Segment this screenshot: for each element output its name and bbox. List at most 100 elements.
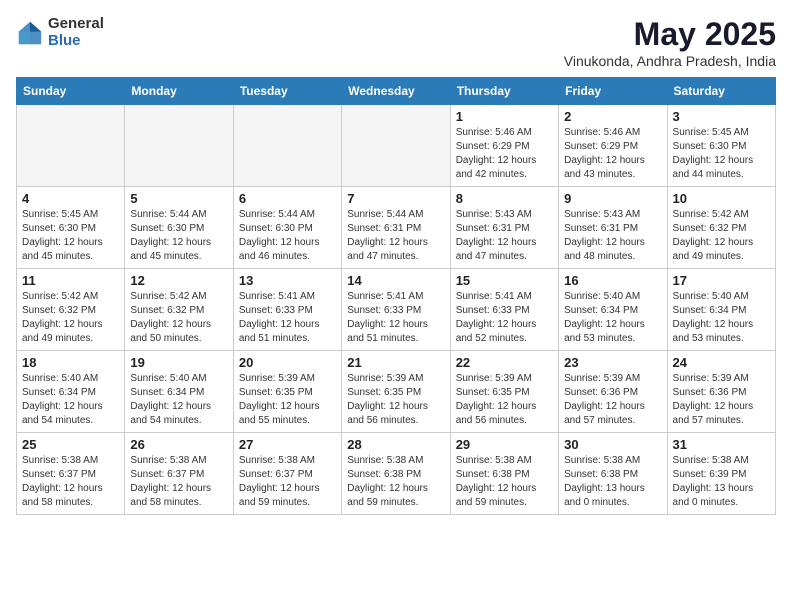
day-number: 8	[456, 191, 553, 206]
page-header: General Blue May 2025 Vinukonda, Andhra …	[16, 16, 776, 69]
day-number: 20	[239, 355, 336, 370]
col-header-monday: Monday	[125, 78, 233, 105]
day-info: Sunrise: 5:38 AM Sunset: 6:37 PM Dayligh…	[239, 454, 336, 510]
calendar-cell	[17, 105, 125, 187]
day-number: 9	[564, 191, 661, 206]
calendar-cell: 16 Sunrise: 5:40 AM Sunset: 6:34 PM Dayli…	[559, 269, 667, 351]
day-number: 12	[130, 273, 227, 288]
calendar-cell	[125, 105, 233, 187]
calendar-cell: 6Sunrise: 5:44 AM Sunset: 6:30 PM Daylig…	[233, 187, 341, 269]
day-info: Sunrise: 5:42 AM Sunset: 6:32 PM Dayligh…	[130, 290, 227, 346]
day-info: Sunrise: 5:38 AM Sunset: 6:38 PM Dayligh…	[456, 454, 553, 510]
calendar-week-row: 25 Sunrise: 5:38 AM Sunset: 6:37 PM Dayli…	[17, 433, 776, 515]
calendar-cell: 13Sunrise: 5:41 AM Sunset: 6:33 PM Dayli…	[233, 269, 341, 351]
day-info: Sunrise: 5:40 AM Sunset: 6:34 PM Dayligh…	[130, 372, 227, 428]
title-block: May 2025 Vinukonda, Andhra Pradesh, Indi…	[564, 16, 776, 69]
day-info: Sunrise: 5:38 AM Sunset: 6:37 PM Dayligh…	[130, 454, 227, 510]
calendar-week-row: 18 Sunrise: 5:40 AM Sunset: 6:34 PM Dayli…	[17, 351, 776, 433]
calendar-cell: 3Sunrise: 5:45 AM Sunset: 6:30 PM Daylig…	[667, 105, 775, 187]
calendar-cell: 17 Sunrise: 5:40 AM Sunset: 6:34 PM Dayli…	[667, 269, 775, 351]
day-info: Sunrise: 5:40 AM Sunset: 6:34 PM Dayligh…	[22, 372, 119, 428]
day-number: 14	[347, 273, 444, 288]
day-number: 17	[673, 273, 770, 288]
calendar-cell: 31Sunrise: 5:38 AM Sunset: 6:39 PM Dayli…	[667, 433, 775, 515]
calendar-cell: 20 Sunrise: 5:39 AM Sunset: 6:35 PM Dayli…	[233, 351, 341, 433]
day-info: Sunrise: 5:40 AM Sunset: 6:34 PM Dayligh…	[673, 290, 770, 346]
day-info: Sunrise: 5:43 AM Sunset: 6:31 PM Dayligh…	[456, 208, 553, 264]
calendar-cell: 26 Sunrise: 5:38 AM Sunset: 6:37 PM Dayli…	[125, 433, 233, 515]
calendar-cell: 1 Sunrise: 5:46 AM Sunset: 6:29 PM Daylig…	[450, 105, 558, 187]
calendar-week-row: 11 Sunrise: 5:42 AM Sunset: 6:32 PM Dayli…	[17, 269, 776, 351]
col-header-sunday: Sunday	[17, 78, 125, 105]
col-header-wednesday: Wednesday	[342, 78, 450, 105]
calendar-cell: 30 Sunrise: 5:38 AM Sunset: 6:38 PM Dayli…	[559, 433, 667, 515]
day-info: Sunrise: 5:41 AM Sunset: 6:33 PM Dayligh…	[456, 290, 553, 346]
calendar-cell: 15 Sunrise: 5:41 AM Sunset: 6:33 PM Dayli…	[450, 269, 558, 351]
calendar-cell: 12 Sunrise: 5:42 AM Sunset: 6:32 PM Dayli…	[125, 269, 233, 351]
day-number: 19	[130, 355, 227, 370]
calendar-cell: 19 Sunrise: 5:40 AM Sunset: 6:34 PM Dayli…	[125, 351, 233, 433]
day-info: Sunrise: 5:39 AM Sunset: 6:36 PM Dayligh…	[564, 372, 661, 428]
day-number: 30	[564, 437, 661, 452]
col-header-tuesday: Tuesday	[233, 78, 341, 105]
day-info: Sunrise: 5:39 AM Sunset: 6:36 PM Dayligh…	[673, 372, 770, 428]
day-info: Sunrise: 5:44 AM Sunset: 6:30 PM Dayligh…	[130, 208, 227, 264]
calendar-cell: 24 Sunrise: 5:39 AM Sunset: 6:36 PM Dayli…	[667, 351, 775, 433]
day-info: Sunrise: 5:42 AM Sunset: 6:32 PM Dayligh…	[22, 290, 119, 346]
day-info: Sunrise: 5:39 AM Sunset: 6:35 PM Dayligh…	[239, 372, 336, 428]
day-number: 23	[564, 355, 661, 370]
calendar-cell: 4Sunrise: 5:45 AM Sunset: 6:30 PM Daylig…	[17, 187, 125, 269]
calendar-cell: 14Sunrise: 5:41 AM Sunset: 6:33 PM Dayli…	[342, 269, 450, 351]
calendar-cell: 21 Sunrise: 5:39 AM Sunset: 6:35 PM Dayli…	[342, 351, 450, 433]
col-header-friday: Friday	[559, 78, 667, 105]
day-number: 5	[130, 191, 227, 206]
calendar-cell: 23 Sunrise: 5:39 AM Sunset: 6:36 PM Dayli…	[559, 351, 667, 433]
day-number: 11	[22, 273, 119, 288]
day-number: 21	[347, 355, 444, 370]
calendar-week-row: 1 Sunrise: 5:46 AM Sunset: 6:29 PM Daylig…	[17, 105, 776, 187]
calendar-cell: 9 Sunrise: 5:43 AM Sunset: 6:31 PM Daylig…	[559, 187, 667, 269]
day-number: 1	[456, 109, 553, 124]
calendar-cell: 22Sunrise: 5:39 AM Sunset: 6:35 PM Dayli…	[450, 351, 558, 433]
day-number: 24	[673, 355, 770, 370]
day-number: 15	[456, 273, 553, 288]
logo-icon	[16, 19, 44, 47]
day-info: Sunrise: 5:39 AM Sunset: 6:35 PM Dayligh…	[456, 372, 553, 428]
calendar-cell: 11 Sunrise: 5:42 AM Sunset: 6:32 PM Dayli…	[17, 269, 125, 351]
day-number: 6	[239, 191, 336, 206]
day-info: Sunrise: 5:42 AM Sunset: 6:32 PM Dayligh…	[673, 208, 770, 264]
col-header-saturday: Saturday	[667, 78, 775, 105]
calendar-week-row: 4Sunrise: 5:45 AM Sunset: 6:30 PM Daylig…	[17, 187, 776, 269]
day-info: Sunrise: 5:46 AM Sunset: 6:29 PM Dayligh…	[564, 126, 661, 182]
day-info: Sunrise: 5:38 AM Sunset: 6:38 PM Dayligh…	[564, 454, 661, 510]
day-info: Sunrise: 5:39 AM Sunset: 6:35 PM Dayligh…	[347, 372, 444, 428]
day-info: Sunrise: 5:40 AM Sunset: 6:34 PM Dayligh…	[564, 290, 661, 346]
calendar-cell: 5 Sunrise: 5:44 AM Sunset: 6:30 PM Daylig…	[125, 187, 233, 269]
day-number: 26	[130, 437, 227, 452]
day-info: Sunrise: 5:38 AM Sunset: 6:38 PM Dayligh…	[347, 454, 444, 510]
calendar-table: SundayMondayTuesdayWednesdayThursdayFrid…	[16, 77, 776, 515]
day-number: 25	[22, 437, 119, 452]
day-info: Sunrise: 5:45 AM Sunset: 6:30 PM Dayligh…	[22, 208, 119, 264]
day-number: 27	[239, 437, 336, 452]
day-number: 10	[673, 191, 770, 206]
day-number: 16	[564, 273, 661, 288]
day-info: Sunrise: 5:46 AM Sunset: 6:29 PM Dayligh…	[456, 126, 553, 182]
day-number: 28	[347, 437, 444, 452]
logo-text: General Blue	[48, 16, 104, 49]
title-month: May 2025	[564, 16, 776, 53]
logo-blue: Blue	[48, 33, 104, 50]
calendar-cell	[342, 105, 450, 187]
logo: General Blue	[16, 16, 104, 49]
col-header-thursday: Thursday	[450, 78, 558, 105]
title-location: Vinukonda, Andhra Pradesh, India	[564, 53, 776, 69]
calendar-header-row: SundayMondayTuesdayWednesdayThursdayFrid…	[17, 78, 776, 105]
day-info: Sunrise: 5:43 AM Sunset: 6:31 PM Dayligh…	[564, 208, 661, 264]
day-info: Sunrise: 5:45 AM Sunset: 6:30 PM Dayligh…	[673, 126, 770, 182]
calendar-cell: 25Sunrise: 5:38 AM Sunset: 6:37 PM Dayli…	[17, 433, 125, 515]
day-info: Sunrise: 5:38 AM Sunset: 6:39 PM Dayligh…	[673, 454, 770, 510]
day-number: 18	[22, 355, 119, 370]
calendar-cell	[233, 105, 341, 187]
calendar-cell: 2Sunrise: 5:46 AM Sunset: 6:29 PM Daylig…	[559, 105, 667, 187]
calendar-cell: 8 Sunrise: 5:43 AM Sunset: 6:31 PM Daylig…	[450, 187, 558, 269]
